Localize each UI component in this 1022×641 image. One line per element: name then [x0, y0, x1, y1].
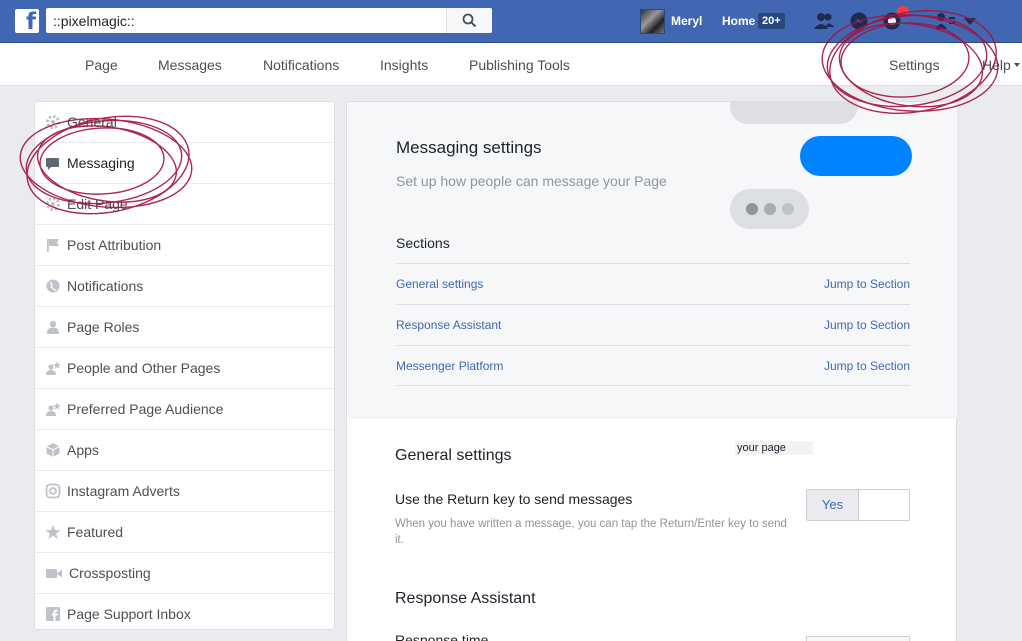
section-row: Response Assistant Jump to Section [396, 304, 910, 345]
person-star-icon [46, 361, 61, 375]
sections-heading: Sections [396, 235, 450, 251]
search-input[interactable] [46, 8, 446, 33]
response-time-label: Response time [395, 632, 489, 641]
messaging-settings-panel: Messaging settings Set up how people can… [346, 101, 957, 641]
sidebar-item-instagram-adverts[interactable]: Instagram Adverts [35, 471, 334, 512]
section-row: General settings Jump to Section [396, 263, 910, 304]
tab-insights[interactable]: Insights [380, 57, 428, 73]
return-key-setting-label: Use the Return key to send messages [395, 491, 633, 507]
jump-to-section-link[interactable]: Jump to Section [824, 277, 910, 291]
home-count-badge: 20+ [758, 13, 785, 29]
sidebar-item-post-attribution[interactable]: Post Attribution [35, 225, 334, 266]
sidebar-item-label: General [67, 114, 117, 130]
response-time-dropdown[interactable] [806, 636, 910, 641]
sidebar-item-preferred-page-audience[interactable]: Preferred Page Audience [35, 389, 334, 430]
facebook-icon [46, 607, 60, 621]
message-bubble-icon [46, 158, 59, 170]
section-link-messenger-platform[interactable]: Messenger Platform [396, 359, 503, 373]
sidebar-item-featured[interactable]: Featured [35, 512, 334, 553]
sidebar-item-label: Messaging [67, 155, 135, 171]
sidebar-item-messaging[interactable]: Messaging [35, 143, 334, 184]
sidebar-item-apps[interactable]: Apps [35, 430, 334, 471]
sidebar-item-label: Crossposting [69, 565, 151, 581]
sidebar-item-label: Page Support Inbox [67, 606, 191, 622]
tooltip: your page [735, 441, 813, 455]
account-menu-icon[interactable] [962, 11, 984, 31]
home-link[interactable]: Home [722, 14, 755, 28]
general-settings-heading: General settings [395, 447, 512, 464]
tab-page[interactable]: Page [85, 57, 118, 73]
profile-name-link[interactable]: Meryl [671, 14, 702, 28]
tab-help[interactable]: Help [982, 57, 1011, 73]
sidebar-item-people-and-other-pages[interactable]: People and Other Pages [35, 348, 334, 389]
jump-to-section-link[interactable]: Jump to Section [824, 318, 910, 332]
sidebar-item-label: Notifications [67, 278, 144, 294]
quick-help-icon[interactable] [934, 11, 956, 31]
person-icon [47, 320, 59, 334]
settings-sidebar: General Messaging Edit Page Post Attribu… [34, 101, 335, 630]
sidebar-item-label: Apps [67, 442, 99, 458]
sidebar-item-notifications[interactable]: Notifications [35, 266, 334, 307]
sidebar-item-label: Preferred Page Audience [67, 401, 224, 417]
return-key-toggle[interactable]: Yes [806, 489, 910, 521]
messaging-hero: Messaging settings Set up how people can… [348, 102, 957, 418]
section-link-response-assistant[interactable]: Response Assistant [396, 318, 501, 332]
friend-requests-icon[interactable] [813, 11, 835, 31]
page-subtitle: Set up how people can message your Page [396, 173, 667, 189]
sidebar-item-general[interactable]: General [35, 102, 334, 143]
section-link-general-settings[interactable]: General settings [396, 277, 483, 291]
cube-icon [46, 443, 60, 457]
instagram-icon [45, 483, 61, 499]
tab-settings[interactable]: Settings [889, 57, 940, 73]
tab-publishing-tools[interactable]: Publishing Tools [469, 57, 570, 73]
sidebar-item-label: Post Attribution [67, 237, 162, 253]
sidebar-item-crossposting[interactable]: Crossposting [35, 553, 334, 594]
typing-indicator-illustration [730, 189, 809, 229]
page-title: Messaging settings [396, 138, 542, 157]
search-bar [46, 8, 492, 33]
sidebar-item-page-roles[interactable]: Page Roles [35, 307, 334, 348]
toggle-yes-option[interactable]: Yes [807, 490, 859, 520]
person-star-icon [46, 402, 61, 416]
flag-icon [47, 239, 59, 252]
video-camera-icon [46, 569, 62, 578]
gear-icon [46, 197, 60, 211]
sidebar-item-page-support-inbox[interactable]: Page Support Inbox [35, 594, 334, 635]
sidebar-item-label: Instagram Adverts [67, 483, 180, 499]
sidebar-item-label: Edit Page [67, 196, 128, 212]
sidebar-item-label: People and Other Pages [67, 360, 221, 376]
messages-icon[interactable] [848, 11, 870, 31]
sidebar-item-label: Featured [67, 524, 124, 540]
top-navigation-bar: f Meryl Home 20+ [0, 0, 1022, 43]
tab-messages[interactable]: Messages [158, 57, 222, 73]
chevron-down-icon [1014, 63, 1020, 67]
sidebar-item-label: Page Roles [67, 319, 140, 335]
jump-to-section-link[interactable]: Jump to Section [824, 359, 910, 373]
tab-notifications[interactable]: Notifications [263, 57, 339, 73]
section-row: Messenger Platform Jump to Section [396, 345, 910, 386]
search-button[interactable] [446, 8, 492, 33]
facebook-logo-icon[interactable]: f [15, 9, 39, 35]
star-icon [45, 525, 61, 539]
typing-dot [746, 203, 758, 215]
typing-dot [782, 203, 794, 215]
typing-dot [764, 203, 776, 215]
chat-bubble-illustration [730, 102, 858, 124]
search-icon [462, 13, 477, 28]
gear-icon [46, 115, 60, 129]
notification-badge [897, 6, 909, 16]
return-key-setting-help: When you have written a message, you can… [395, 518, 787, 546]
globe-icon [46, 279, 60, 293]
sidebar-item-edit-page[interactable]: Edit Page [35, 184, 334, 225]
page-navigation-bar: Page Messages Notifications Insights Pub… [0, 43, 1022, 86]
response-assistant-heading: Response Assistant [395, 590, 536, 607]
chat-bubble-illustration-blue [800, 136, 912, 176]
avatar[interactable] [640, 9, 665, 34]
